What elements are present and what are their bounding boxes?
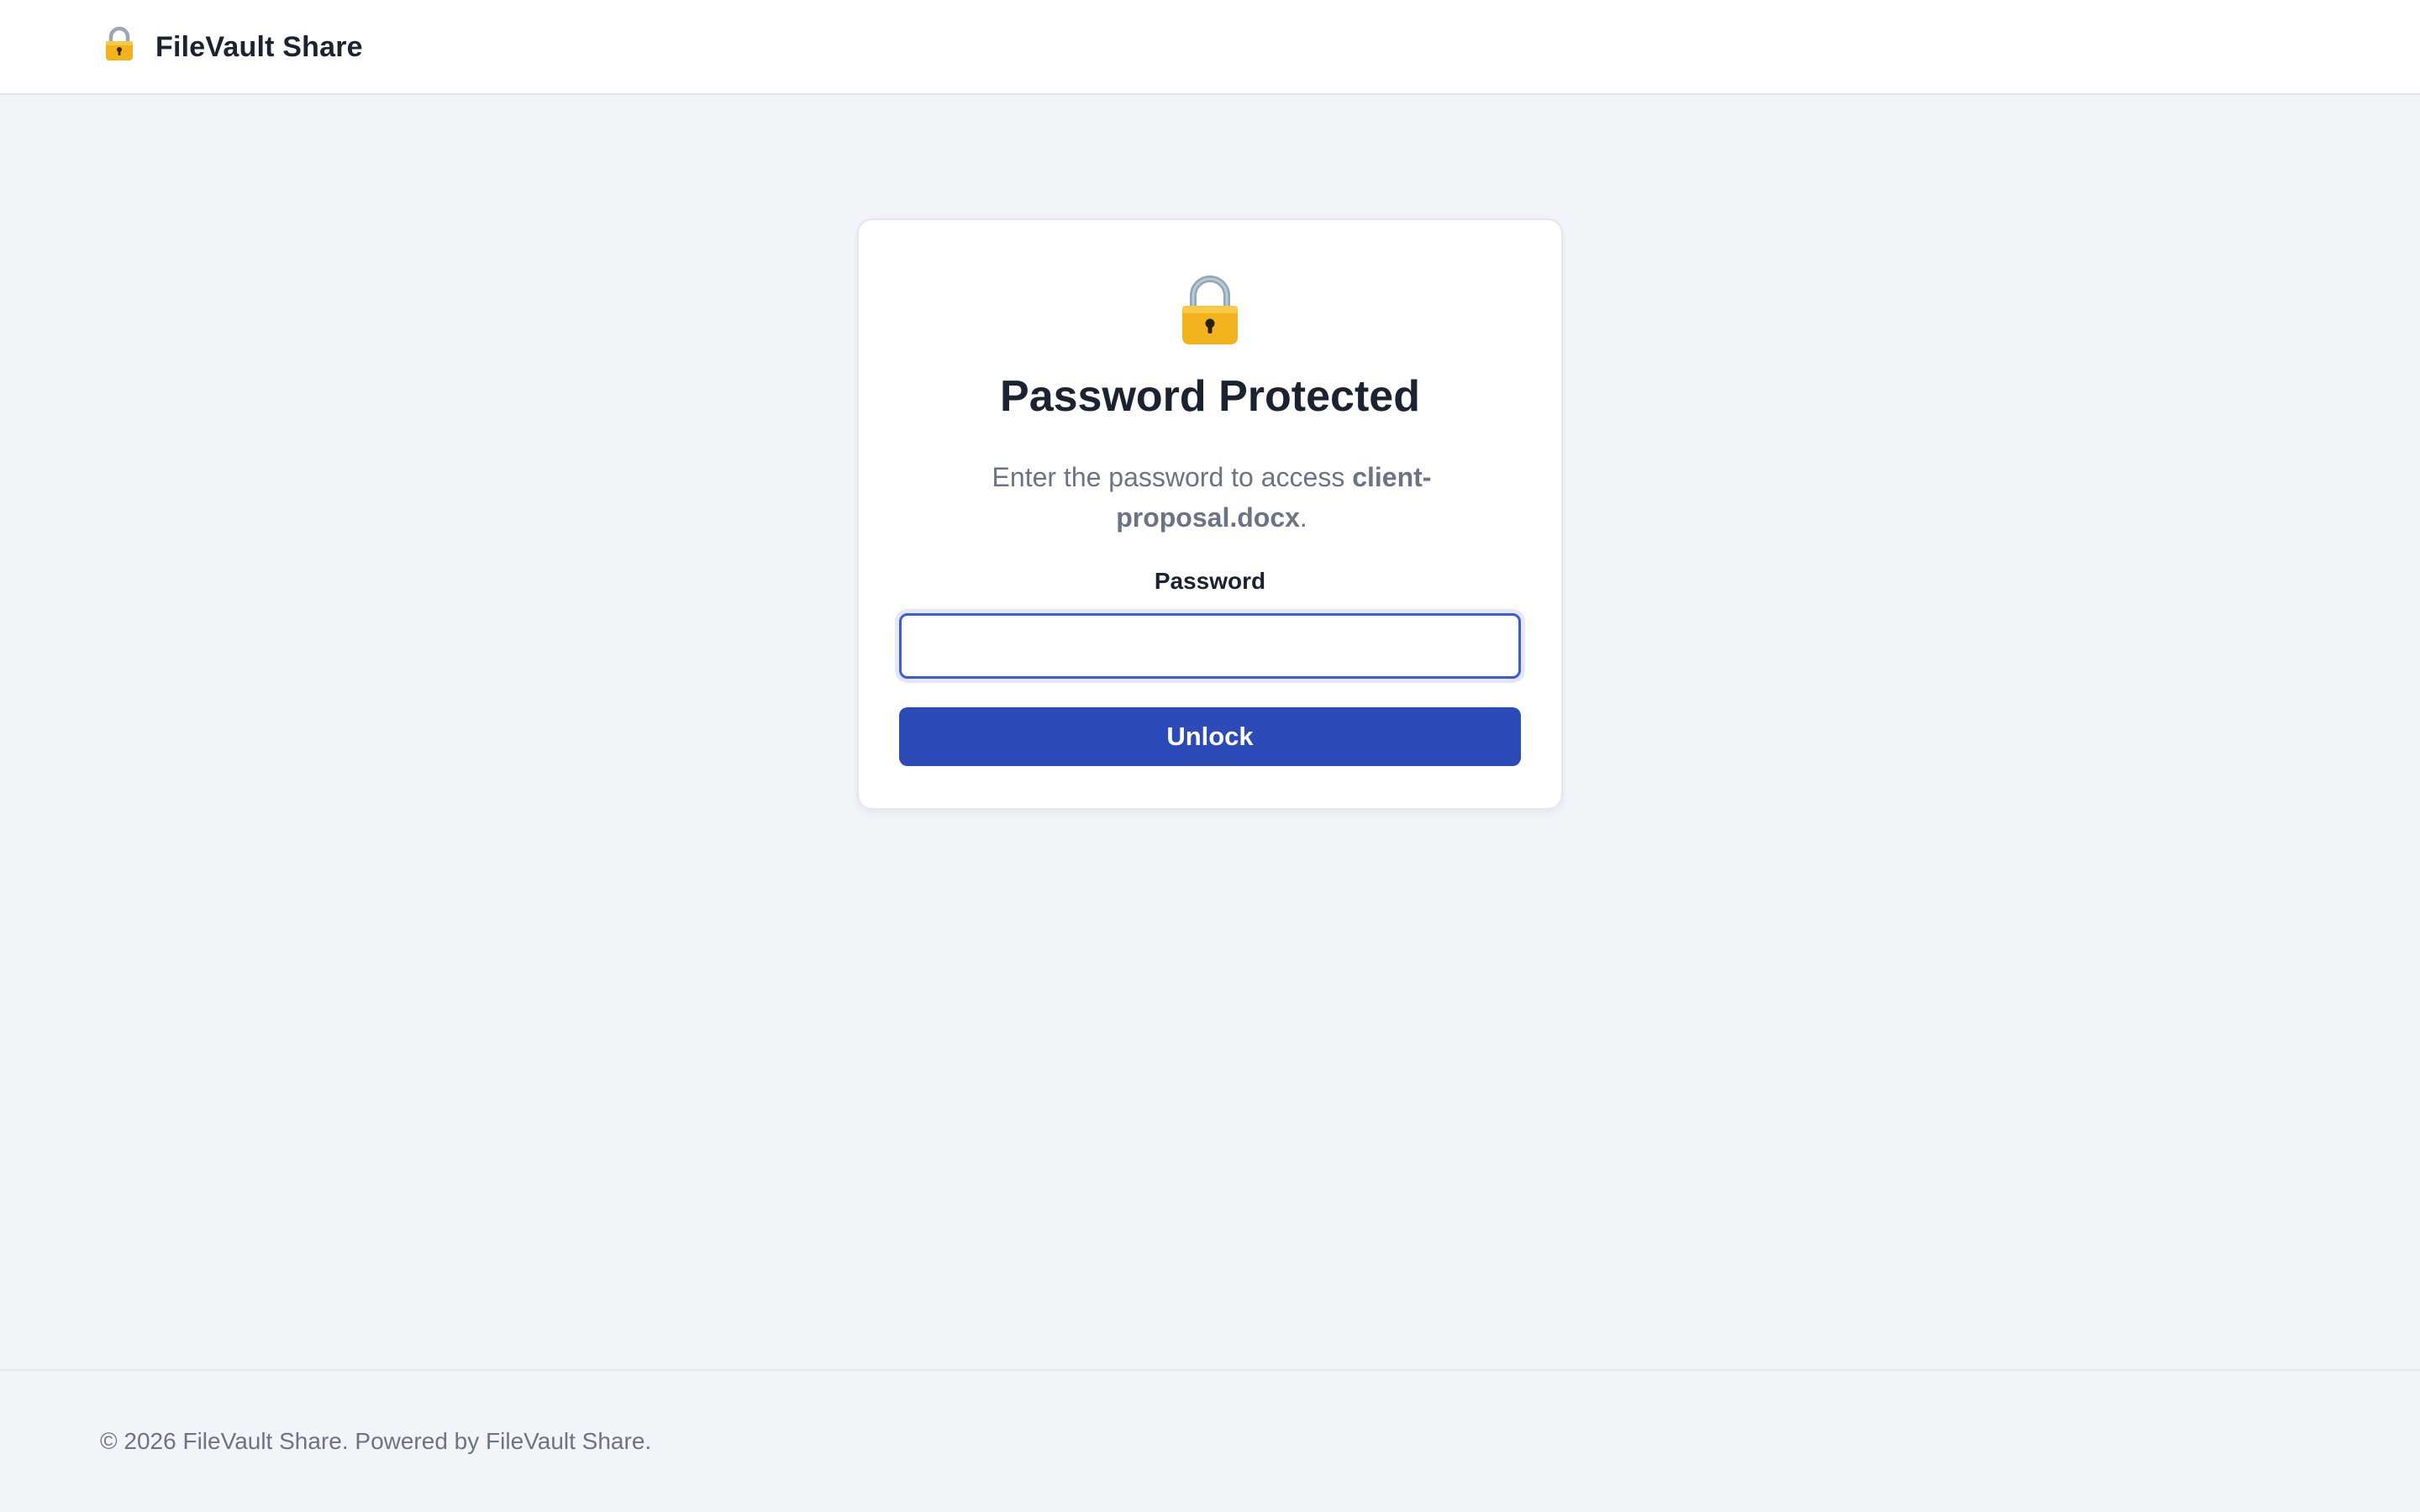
brand-name: FileVault Share bbox=[155, 31, 363, 63]
password-card: Password Protected Enter the password to… bbox=[857, 218, 1563, 810]
footer-text: © 2026 FileVault Share. Powered by FileV… bbox=[100, 1428, 652, 1454]
lock-icon bbox=[1182, 276, 1238, 344]
brand[interactable]: FileVault Share bbox=[100, 0, 363, 95]
description-suffix: . bbox=[1299, 502, 1307, 533]
password-label: Password bbox=[1154, 568, 1266, 594]
top-bar: FileVault Share bbox=[0, 0, 2420, 95]
access-description: Enter the password to access client-prop… bbox=[968, 457, 1455, 538]
footer: © 2026 FileVault Share. Powered by FileV… bbox=[0, 1369, 2420, 1512]
password-input[interactable] bbox=[899, 613, 1521, 679]
lock-icon bbox=[106, 26, 133, 60]
description-text: Enter the password to access bbox=[992, 462, 1353, 492]
unlock-button[interactable]: Unlock bbox=[899, 707, 1521, 766]
page-title: Password Protected bbox=[1000, 372, 1420, 421]
